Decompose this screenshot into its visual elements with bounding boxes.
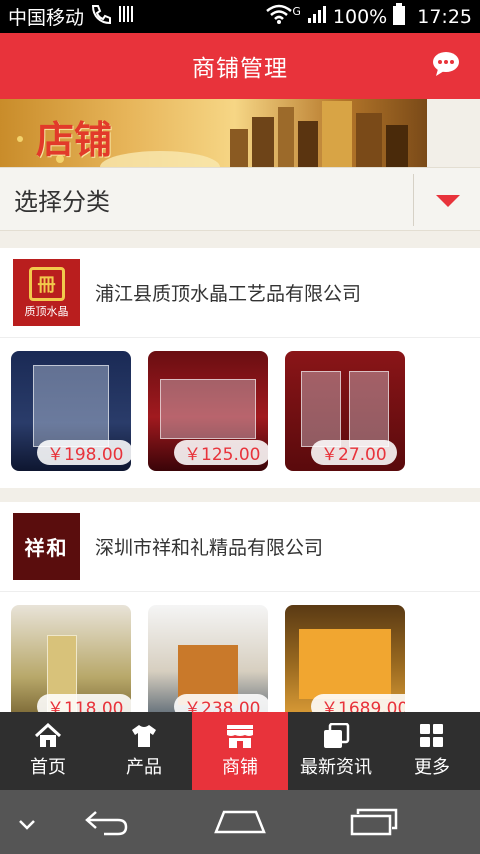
store-icon xyxy=(227,725,253,748)
battery-percent: 100% xyxy=(332,5,388,28)
page-title: 商铺管理 xyxy=(192,56,288,82)
product-image xyxy=(349,371,389,447)
barcode-icon xyxy=(118,4,134,29)
tab-products[interactable]: 产品 xyxy=(96,712,192,790)
product-row: ￥198.00 ￥125.00 ￥27.00 xyxy=(0,351,480,471)
product-card[interactable]: ￥198.00 xyxy=(11,351,131,471)
signal-icon xyxy=(307,4,327,29)
product-card[interactable]: ￥1689.00 xyxy=(285,605,405,712)
product-image xyxy=(299,629,391,699)
tab-news[interactable]: 最新资讯 xyxy=(288,712,384,790)
promo-banner[interactable]: 店铺 xyxy=(0,99,427,167)
product-card[interactable]: ￥118.00 xyxy=(11,605,131,712)
logo-text: 质顶水晶 xyxy=(24,304,69,318)
shop-logo: 冊 质顶水晶 xyxy=(13,259,80,326)
dropdown-arrow-icon[interactable] xyxy=(436,195,460,207)
category-selector[interactable]: 选择分类 xyxy=(0,167,480,231)
tab-label: 商铺 xyxy=(222,757,258,778)
grid-icon xyxy=(420,724,443,747)
shop-header[interactable]: 祥和 深圳市祥和礼精品有限公司 xyxy=(0,502,480,592)
news-icon xyxy=(324,723,350,748)
shirt-icon xyxy=(132,725,156,747)
logo-text: 祥和 xyxy=(24,536,69,560)
product-price: ￥118.00 xyxy=(37,694,131,712)
home-icon xyxy=(34,723,62,747)
shop-logo: 祥和 xyxy=(13,513,80,580)
banner-gap xyxy=(427,99,480,167)
product-card[interactable]: ￥238.00 xyxy=(148,605,268,712)
tab-stores[interactable]: 商铺 xyxy=(192,712,288,790)
product-price: ￥27.00 xyxy=(311,440,397,465)
system-nav-bar xyxy=(0,790,480,854)
clock: 17:25 xyxy=(417,5,472,28)
shop-header[interactable]: 冊 质顶水晶 浦江县质顶水晶工艺品有限公司 xyxy=(0,248,480,338)
bottom-tab-bar: 首页 产品 商铺 最新资讯 更多 xyxy=(0,712,480,790)
chevron-down-icon[interactable] xyxy=(18,816,36,835)
wifi-icon xyxy=(266,4,293,29)
logo-mark-icon: 冊 xyxy=(28,266,65,301)
shop-name[interactable]: 深圳市祥和礼精品有限公司 xyxy=(95,533,323,560)
shop-card[interactable]: 祥和 深圳市祥和礼精品有限公司 ￥118.00 ￥238.00 ￥1689.00 xyxy=(0,502,480,712)
product-image xyxy=(301,371,341,447)
back-icon[interactable] xyxy=(84,808,130,840)
call-icon xyxy=(90,4,112,29)
category-divider xyxy=(413,174,414,226)
product-price: ￥238.00 xyxy=(174,694,268,712)
product-card[interactable]: ￥27.00 xyxy=(285,351,405,471)
tab-label: 首页 xyxy=(30,757,66,778)
category-label: 选择分类 xyxy=(14,187,110,216)
app-header: 商铺管理 xyxy=(0,33,480,99)
tab-home[interactable]: 首页 xyxy=(0,712,96,790)
shop-card[interactable]: 冊 质顶水晶 浦江县质顶水晶工艺品有限公司 ￥198.00 ￥125.00 ￥2… xyxy=(0,248,480,488)
banner-title: 店铺 xyxy=(36,117,113,162)
product-image xyxy=(33,365,109,447)
product-price: ￥1689.00 xyxy=(311,694,405,712)
tab-more[interactable]: 更多 xyxy=(384,712,480,790)
home-button-icon[interactable] xyxy=(214,808,266,840)
product-price: ￥125.00 xyxy=(174,440,268,465)
shop-name[interactable]: 浦江县质顶水晶工艺品有限公司 xyxy=(95,279,361,306)
chat-bubble-icon[interactable] xyxy=(432,51,460,81)
product-image xyxy=(160,379,256,439)
product-card[interactable]: ￥125.00 xyxy=(148,351,268,471)
tab-label: 最新资讯 xyxy=(300,757,372,778)
product-row: ￥118.00 ￥238.00 ￥1689.00 xyxy=(0,605,480,712)
product-price: ￥198.00 xyxy=(37,440,131,465)
carrier-label: 中国移动 xyxy=(8,7,85,29)
tab-label: 产品 xyxy=(126,757,162,778)
recent-apps-icon[interactable] xyxy=(350,808,398,840)
network-type: G xyxy=(292,5,301,18)
tab-label: 更多 xyxy=(414,757,450,778)
battery-icon xyxy=(393,3,406,30)
status-bar: 中国移动 G 100% 17:25 xyxy=(0,0,480,33)
